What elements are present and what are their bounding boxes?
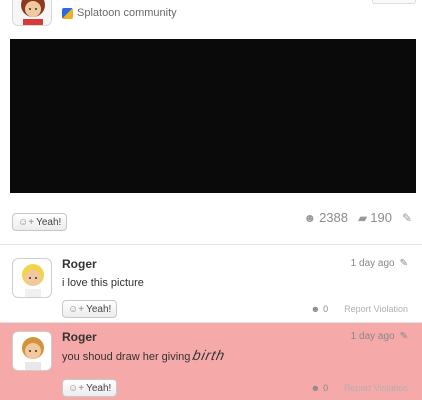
divider bbox=[0, 244, 422, 245]
comment-text: you shoud draw her giving birth bbox=[62, 347, 228, 363]
comment-author-avatar[interactable] bbox=[12, 331, 52, 371]
comment-yeah-count: ☻ 0 bbox=[311, 383, 329, 393]
yeah-label: Yeah! bbox=[86, 303, 112, 315]
yeah-count-icon: ☻ bbox=[310, 304, 321, 314]
comment-text-prefix: you shoud draw her giving bbox=[62, 351, 194, 363]
comment-yeah-button[interactable]: ☺+ Yeah! bbox=[62, 300, 118, 318]
comment-footer: ☻ 0 Report Violation bbox=[311, 383, 408, 393]
yeah-plus-icon: ☺+ bbox=[68, 303, 85, 315]
yeah-count-stat: ☻ 2388 bbox=[303, 210, 348, 225]
community-name: Splatoon community bbox=[77, 7, 177, 19]
comment-footer: ☻ 0 Report Violation bbox=[311, 304, 408, 314]
comment-count-stat: ▰ 190 bbox=[358, 210, 392, 225]
edit-icon[interactable]: ✎ bbox=[402, 211, 412, 225]
comment-yeah-button[interactable]: ☺+ Yeah! bbox=[62, 379, 118, 397]
post-stats: ☻ 2388 ▰ 190 ✎ bbox=[303, 210, 412, 225]
report-violation-link[interactable]: Report Violation bbox=[344, 304, 408, 314]
report-violation-link[interactable]: Report Violation bbox=[344, 383, 408, 393]
comment-yeah-number: 0 bbox=[323, 304, 329, 314]
post-screenshot[interactable] bbox=[10, 39, 416, 193]
yeah-count-icon: ☻ bbox=[310, 383, 321, 393]
edit-icon: ✎ bbox=[399, 331, 408, 342]
comment-time: 1 day ago ✎ bbox=[351, 331, 408, 342]
yeah-count-icon: ☻ bbox=[303, 210, 317, 225]
comment-yeah-number: 0 bbox=[323, 383, 329, 393]
yeah-plus-icon: ☺+ bbox=[68, 382, 85, 394]
post-menu-button[interactable] bbox=[372, 0, 416, 4]
yeah-label: Yeah! bbox=[86, 382, 112, 394]
comment-timestamp: 1 day ago bbox=[350, 258, 395, 269]
comment-item: Roger 1 day ago ✎ i love this picture ☺+… bbox=[0, 250, 422, 328]
comment-author-avatar[interactable] bbox=[12, 258, 52, 298]
community-link[interactable]: Splatoon community bbox=[62, 7, 177, 19]
comment-count: 190 bbox=[370, 210, 392, 225]
post-actions-bar: ☺+ Yeah! ☻ 2388 ▰ 190 ✎ bbox=[0, 207, 422, 235]
author-avatar[interactable] bbox=[12, 0, 52, 26]
post-header: Splatoon community bbox=[0, 0, 422, 32]
mii-avatar-icon bbox=[22, 337, 44, 370]
comment-author[interactable]: Roger bbox=[62, 330, 97, 344]
mii-avatar-icon bbox=[21, 0, 45, 25]
comment-yeah-count: ☻ 0 bbox=[311, 304, 329, 314]
comment-text: i love this picture bbox=[62, 277, 144, 289]
comment-author[interactable]: Roger bbox=[62, 257, 97, 271]
mii-avatar-icon bbox=[22, 264, 44, 297]
comment-time: 1 day ago ✎ bbox=[351, 258, 408, 269]
edit-icon: ✎ bbox=[399, 258, 408, 269]
comment-text-warped: birth bbox=[191, 347, 228, 363]
comment-timestamp: 1 day ago bbox=[350, 331, 395, 342]
yeah-button[interactable]: ☺+ Yeah! bbox=[12, 213, 68, 231]
yeah-count: 2388 bbox=[319, 210, 348, 225]
game-community-icon bbox=[62, 7, 73, 19]
yeah-label: Yeah! bbox=[36, 216, 62, 228]
speech-bubbles-icon: ▰ bbox=[358, 210, 368, 225]
yeah-plus-icon: ☺+ bbox=[18, 216, 35, 228]
comment-item-highlighted: Roger 1 day ago ✎ you shoud draw her giv… bbox=[0, 323, 422, 400]
